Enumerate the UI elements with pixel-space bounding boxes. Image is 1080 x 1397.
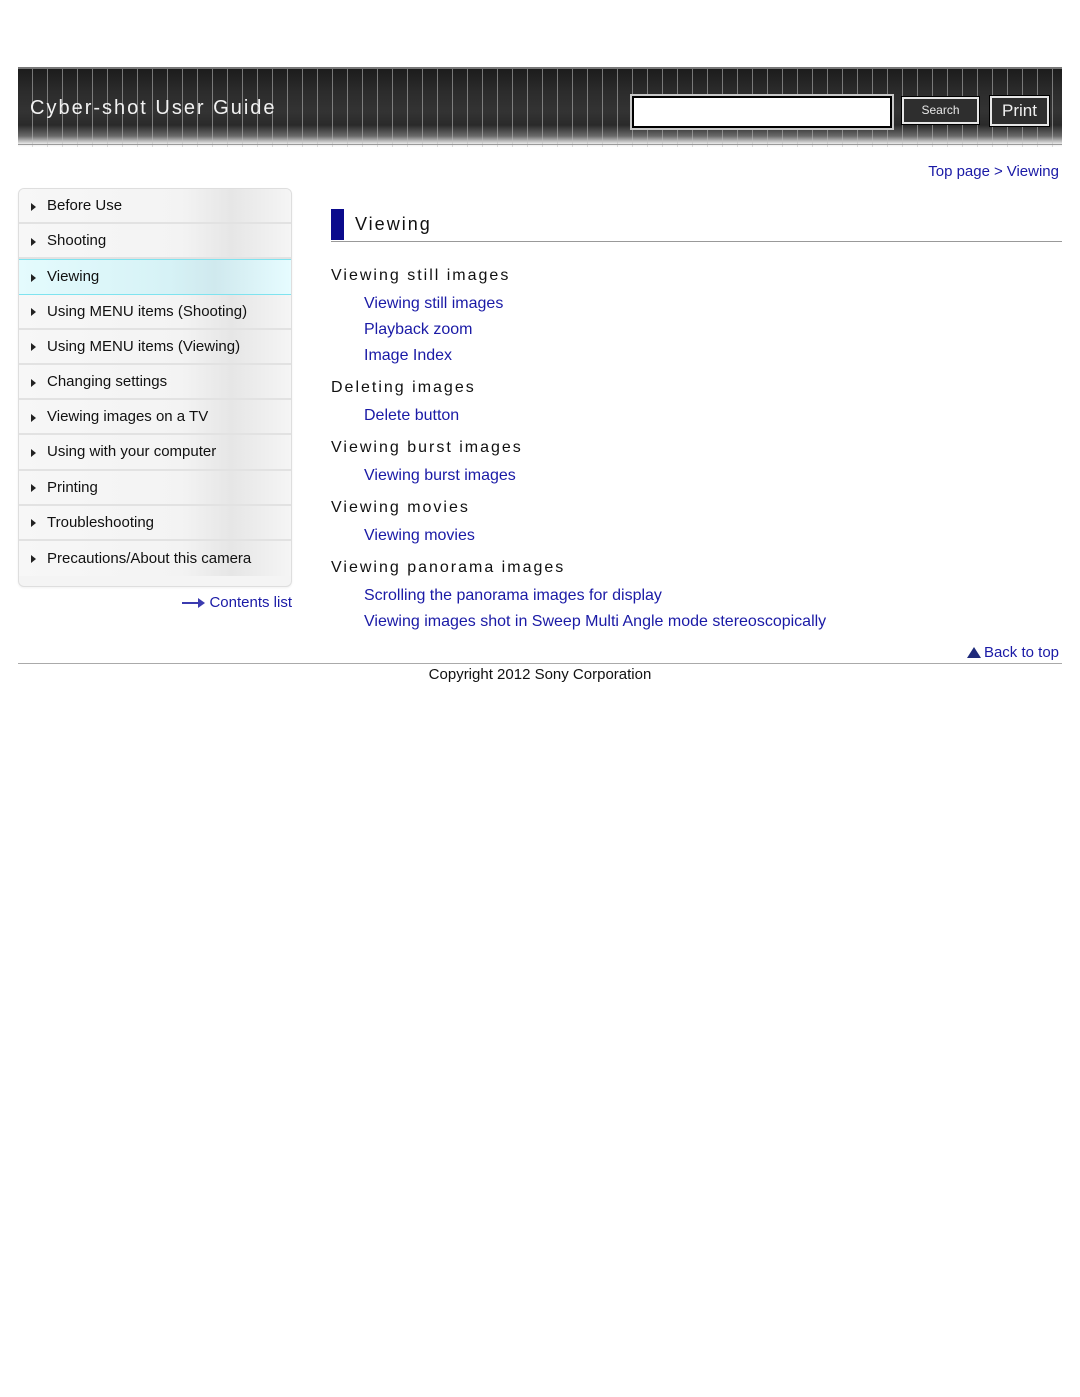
section-title: Viewing panorama images: [331, 559, 566, 576]
breadcrumb-separator: >: [993, 163, 1003, 180]
sidebar-item-label: Shooting: [47, 232, 107, 250]
triangle-right-icon: [31, 484, 36, 493]
triangle-right-icon: [31, 519, 36, 528]
contents-list-link[interactable]: Contents list: [182, 594, 292, 611]
triangle-right-icon: [31, 413, 36, 422]
section-title: Viewing movies: [331, 499, 470, 516]
section-viewing-burst-images: Viewing burst images Viewing burst image…: [331, 437, 1062, 489]
sidebar-item-precautions[interactable]: Precautions/About this camera: [19, 540, 291, 577]
sidebar-item-label: Changing settings: [47, 373, 168, 391]
copyright-text: Copyright 2012 Sony Corporation: [428, 666, 652, 683]
topic-link[interactable]: Viewing movies: [364, 523, 1062, 549]
contents-list-label: Contents list: [209, 594, 292, 611]
topic-link[interactable]: Scrolling the panorama images for displa…: [364, 583, 1062, 609]
section-deleting-images: Deleting images Delete button: [331, 377, 1062, 429]
back-to-top-label: Back to top: [983, 644, 1059, 661]
breadcrumb-top-page[interactable]: Top page: [928, 163, 990, 180]
page-title: Viewing: [355, 214, 432, 234]
section-viewing-still-images: Viewing still images Viewing still image…: [331, 265, 1062, 369]
sidebar-item-changing-settings[interactable]: Changing settings: [19, 364, 291, 401]
main-content: Viewing still images Viewing still image…: [331, 265, 1062, 635]
site-title: Cyber-shot User Guide: [30, 97, 277, 119]
sidebar-item-label: Printing: [47, 478, 98, 496]
header-banner: Cyber-shot User Guide Search Print: [18, 67, 1062, 147]
triangle-right-icon: [31, 378, 36, 387]
topic-link[interactable]: Delete button: [364, 403, 1062, 429]
triangle-right-icon: [31, 448, 36, 457]
heading-accent-bar: [331, 209, 344, 240]
sidebar-item-label: Troubleshooting: [47, 513, 155, 531]
sidebar-item-menu-shooting[interactable]: Using MENU items (Shooting): [19, 294, 291, 330]
section-title: Viewing still images: [331, 267, 511, 284]
sidebar-item-printing[interactable]: Printing: [19, 470, 291, 506]
page-heading: Viewing: [331, 209, 1062, 242]
sidebar-item-menu-viewing[interactable]: Using MENU items (Viewing): [19, 329, 291, 365]
sidebar-item-label: Using MENU items (Shooting): [47, 302, 248, 320]
breadcrumb-viewing[interactable]: Viewing: [1007, 163, 1059, 180]
topic-link[interactable]: Playback zoom: [364, 317, 1062, 343]
sidebar-item-before-use[interactable]: Before Use: [19, 189, 291, 225]
topic-link[interactable]: Viewing images shot in Sweep Multi Angle…: [364, 609, 1062, 635]
section-viewing-movies: Viewing movies Viewing movies: [331, 497, 1062, 549]
arrow-right-icon: [182, 597, 206, 608]
sidebar-item-label: Viewing: [47, 268, 100, 286]
sidebar-item-viewing[interactable]: Viewing: [19, 259, 291, 295]
sidebar-item-computer[interactable]: Using with your computer: [19, 435, 291, 471]
sidebar-item-troubleshooting[interactable]: Troubleshooting: [19, 505, 291, 541]
triangle-up-icon: [966, 647, 981, 658]
section-viewing-panorama-images: Viewing panorama images Scrolling the pa…: [331, 557, 1062, 635]
topic-link[interactable]: Viewing still images: [364, 291, 1062, 317]
print-button[interactable]: Print: [989, 95, 1050, 127]
search-button[interactable]: Search: [901, 96, 980, 125]
back-to-top-link[interactable]: Back to top: [966, 644, 1059, 661]
sidebar-item-label: Precautions/About this camera: [47, 549, 252, 567]
triangle-right-icon: [31, 555, 36, 564]
topic-link[interactable]: Viewing burst images: [364, 463, 1062, 489]
footer-divider: [18, 663, 1062, 664]
sidebar-item-label: Before Use: [47, 197, 123, 215]
topic-link[interactable]: Image Index: [364, 343, 1062, 369]
triangle-right-icon: [31, 202, 36, 211]
triangle-right-icon: [31, 237, 36, 246]
sidebar-nav: Before Use Shooting Viewing Using MENU i…: [18, 188, 292, 587]
sidebar-item-label: Viewing images on a TV: [47, 408, 209, 426]
sidebar-item-label: Using with your computer: [47, 443, 217, 461]
triangle-right-icon: [31, 343, 36, 352]
section-title: Viewing burst images: [331, 439, 523, 456]
search-input[interactable]: [630, 94, 894, 130]
section-title: Deleting images: [331, 379, 476, 396]
sidebar-item-viewing-on-tv[interactable]: Viewing images on a TV: [19, 400, 291, 436]
triangle-right-icon: [31, 273, 36, 282]
sidebar-item-label: Using MENU items (Viewing): [47, 337, 241, 355]
breadcrumb: Top page > Viewing: [928, 163, 1059, 180]
sidebar-item-shooting[interactable]: Shooting: [19, 224, 291, 260]
triangle-right-icon: [31, 308, 36, 317]
